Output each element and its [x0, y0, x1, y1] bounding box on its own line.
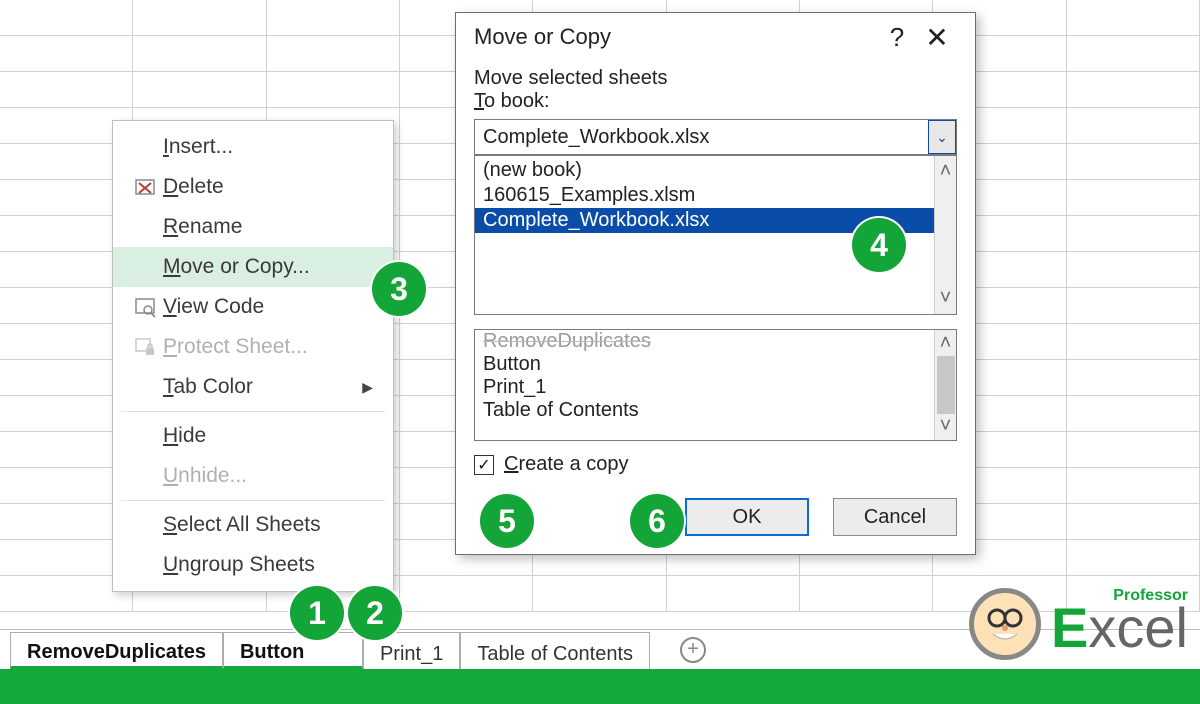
ctx-view-code[interactable]: View Code [113, 287, 393, 327]
separator [121, 411, 385, 412]
create-copy-label: Create a copy [504, 453, 629, 476]
to-book-combo[interactable]: Complete_Workbook.xlsx ⌄ [474, 119, 957, 155]
protect-icon [127, 336, 163, 358]
logo-excel-text: Excel [1051, 595, 1188, 660]
create-copy-checkbox[interactable]: ✓ [474, 455, 494, 475]
sheet-tab[interactable]: Table of Contents [460, 632, 650, 670]
scrollbar[interactable]: ˄˅ [934, 156, 956, 314]
separator [121, 500, 385, 501]
sheet-context-menu: Insert... Delete Rename Move or Copy... … [112, 120, 394, 592]
scrollbar[interactable]: ˄˅ [934, 330, 956, 440]
chevron-right-icon: ▶ [362, 379, 373, 396]
chevron-down-icon[interactable]: ˅ [940, 287, 952, 310]
sheet-option[interactable]: Print_1 [475, 376, 956, 399]
ctx-rename[interactable]: Rename [113, 207, 393, 247]
sheet-option[interactable]: Button [475, 353, 956, 376]
chevron-up-icon[interactable]: ˄ [940, 160, 952, 183]
ok-button[interactable]: OK [685, 498, 809, 536]
annotation-badge-6: 6 [630, 494, 684, 548]
combo-value: Complete_Workbook.xlsx [475, 126, 928, 149]
professor-icon [969, 588, 1041, 660]
ctx-protect-sheet[interactable]: Protect Sheet... [113, 327, 393, 367]
scrollbar-thumb[interactable] [937, 356, 955, 414]
chevron-down-icon[interactable]: ⌄ [928, 120, 956, 154]
before-sheet-listbox[interactable]: RemoveDuplicates Button Print_1 Table of… [474, 329, 957, 441]
help-button[interactable]: ? [877, 22, 917, 53]
annotation-badge-4: 4 [852, 218, 906, 272]
ctx-unhide[interactable]: Unhide... [113, 456, 393, 496]
sheet-option[interactable]: Table of Contents [475, 399, 956, 422]
sheet-tab[interactable]: Button [223, 632, 363, 670]
ctx-select-all-sheets[interactable]: Select All Sheets [113, 505, 393, 545]
chevron-down-icon[interactable]: ˅ [940, 415, 952, 438]
ctx-insert[interactable]: Insert... [113, 127, 393, 167]
status-bar [0, 669, 1200, 704]
ctx-hide[interactable]: Hide [113, 416, 393, 456]
professor-excel-logo: Professor Excel [969, 587, 1188, 660]
ctx-tab-color[interactable]: Tab Color▶ [113, 367, 393, 407]
ctx-delete[interactable]: Delete [113, 167, 393, 207]
close-button[interactable]: ✕ [917, 21, 957, 54]
annotation-badge-3: 3 [372, 262, 426, 316]
cancel-button[interactable]: Cancel [833, 498, 957, 536]
dialog-title: Move or Copy [474, 24, 877, 50]
chevron-up-icon[interactable]: ˄ [940, 332, 952, 355]
dialog-heading: Move selected sheets [474, 67, 957, 90]
book-option[interactable]: (new book) [475, 158, 956, 183]
viewcode-icon [127, 296, 163, 318]
to-book-label: To book: [474, 90, 957, 113]
annotation-badge-5: 5 [480, 494, 534, 548]
move-or-copy-dialog: Move or Copy ? ✕ Move selected sheets To… [455, 12, 976, 555]
book-option[interactable]: 160615_Examples.xlsm [475, 183, 956, 208]
annotation-badge-1: 1 [290, 586, 344, 640]
annotation-badge-2: 2 [348, 586, 402, 640]
ctx-ungroup-sheets[interactable]: Ungroup Sheets [113, 545, 393, 585]
delete-icon [127, 176, 163, 198]
sheet-option[interactable]: RemoveDuplicates [475, 330, 956, 353]
sheet-tab[interactable]: RemoveDuplicates [10, 632, 223, 670]
new-sheet-button[interactable]: + [680, 637, 706, 663]
ctx-move-or-copy[interactable]: Move or Copy... [113, 247, 393, 287]
